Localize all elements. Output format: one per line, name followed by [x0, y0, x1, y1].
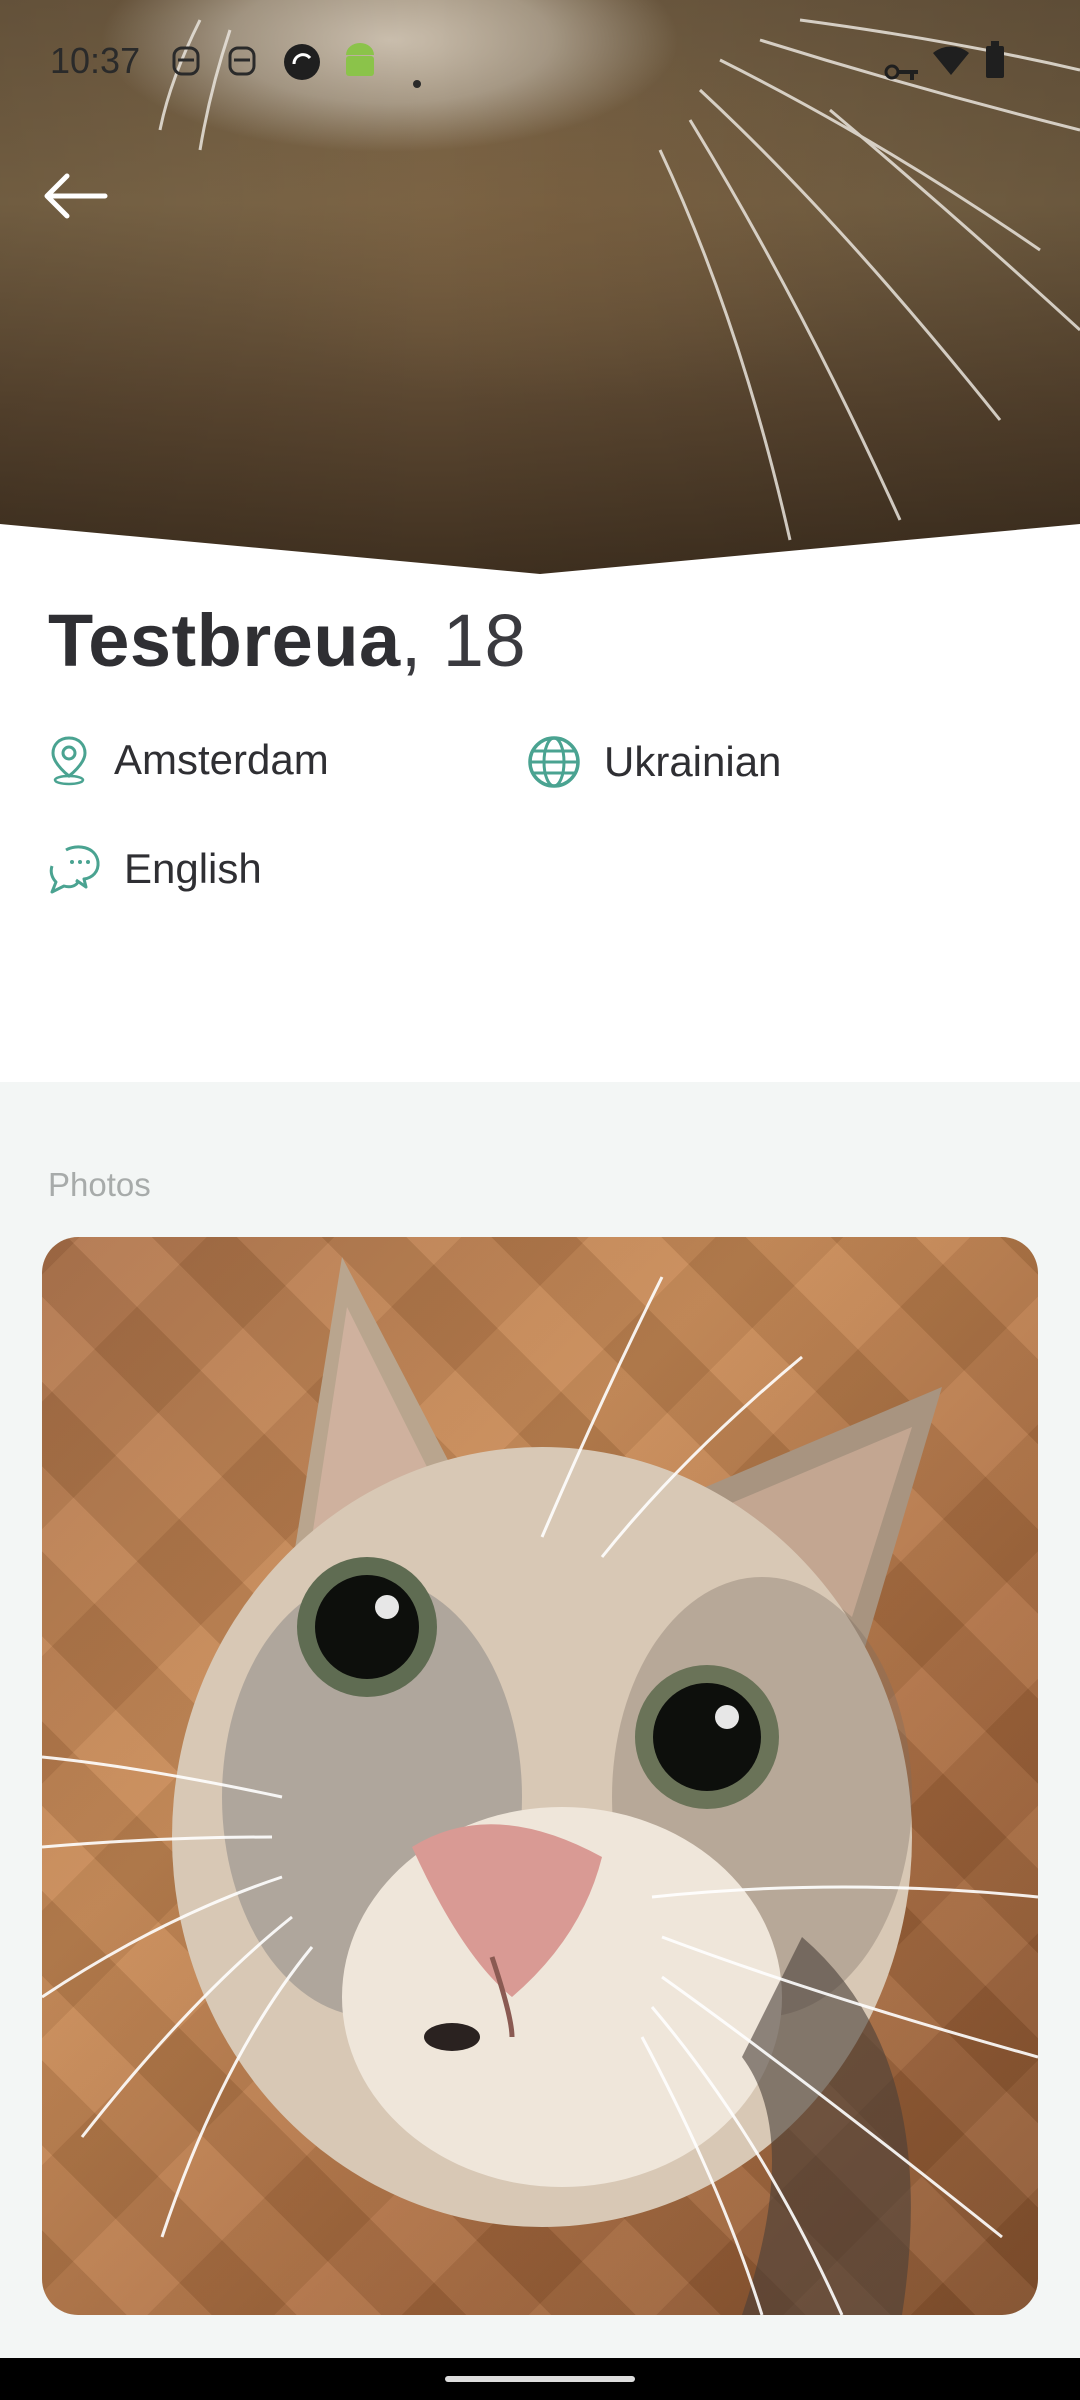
detail-location-label: Amsterdam	[114, 736, 329, 783]
profile-age: , 18	[400, 599, 527, 682]
chat-bubbles-icon	[49, 845, 100, 894]
photo-card[interactable]	[42, 1237, 1038, 2315]
photos-title: Photos	[48, 1166, 151, 1203]
profile-name-text: Testbreua	[48, 599, 401, 682]
cat-photo	[42, 1257, 1038, 2315]
arrow-left-icon	[44, 173, 108, 219]
dot-icon	[412, 56, 422, 98]
photos-section: Photos	[0, 1082, 1080, 2358]
profile-name: Testbreua, 18	[48, 598, 526, 683]
detail-language-label: English	[124, 845, 262, 892]
detail-nationality: Ukrainian	[526, 734, 781, 790]
battery-icon	[984, 40, 1006, 89]
sync-icon	[282, 42, 322, 91]
android-icon	[342, 42, 378, 91]
status-time: 10:37	[50, 40, 141, 81]
wifi-icon	[932, 44, 970, 86]
globe-icon	[528, 736, 580, 788]
detail-location: Amsterdam	[46, 734, 329, 786]
status-bar: 10:37	[0, 0, 1080, 120]
back-button[interactable]	[32, 158, 116, 234]
vpn-key-icon	[884, 50, 920, 92]
detail-nationality-label: Ukrainian	[604, 738, 782, 785]
detail-language: English	[46, 842, 262, 896]
home-handle[interactable]	[445, 2376, 635, 2382]
robot-icon	[226, 42, 258, 87]
system-nav-bar	[0, 2358, 1080, 2400]
robot-icon	[170, 42, 202, 87]
location-pin-icon	[51, 736, 87, 786]
